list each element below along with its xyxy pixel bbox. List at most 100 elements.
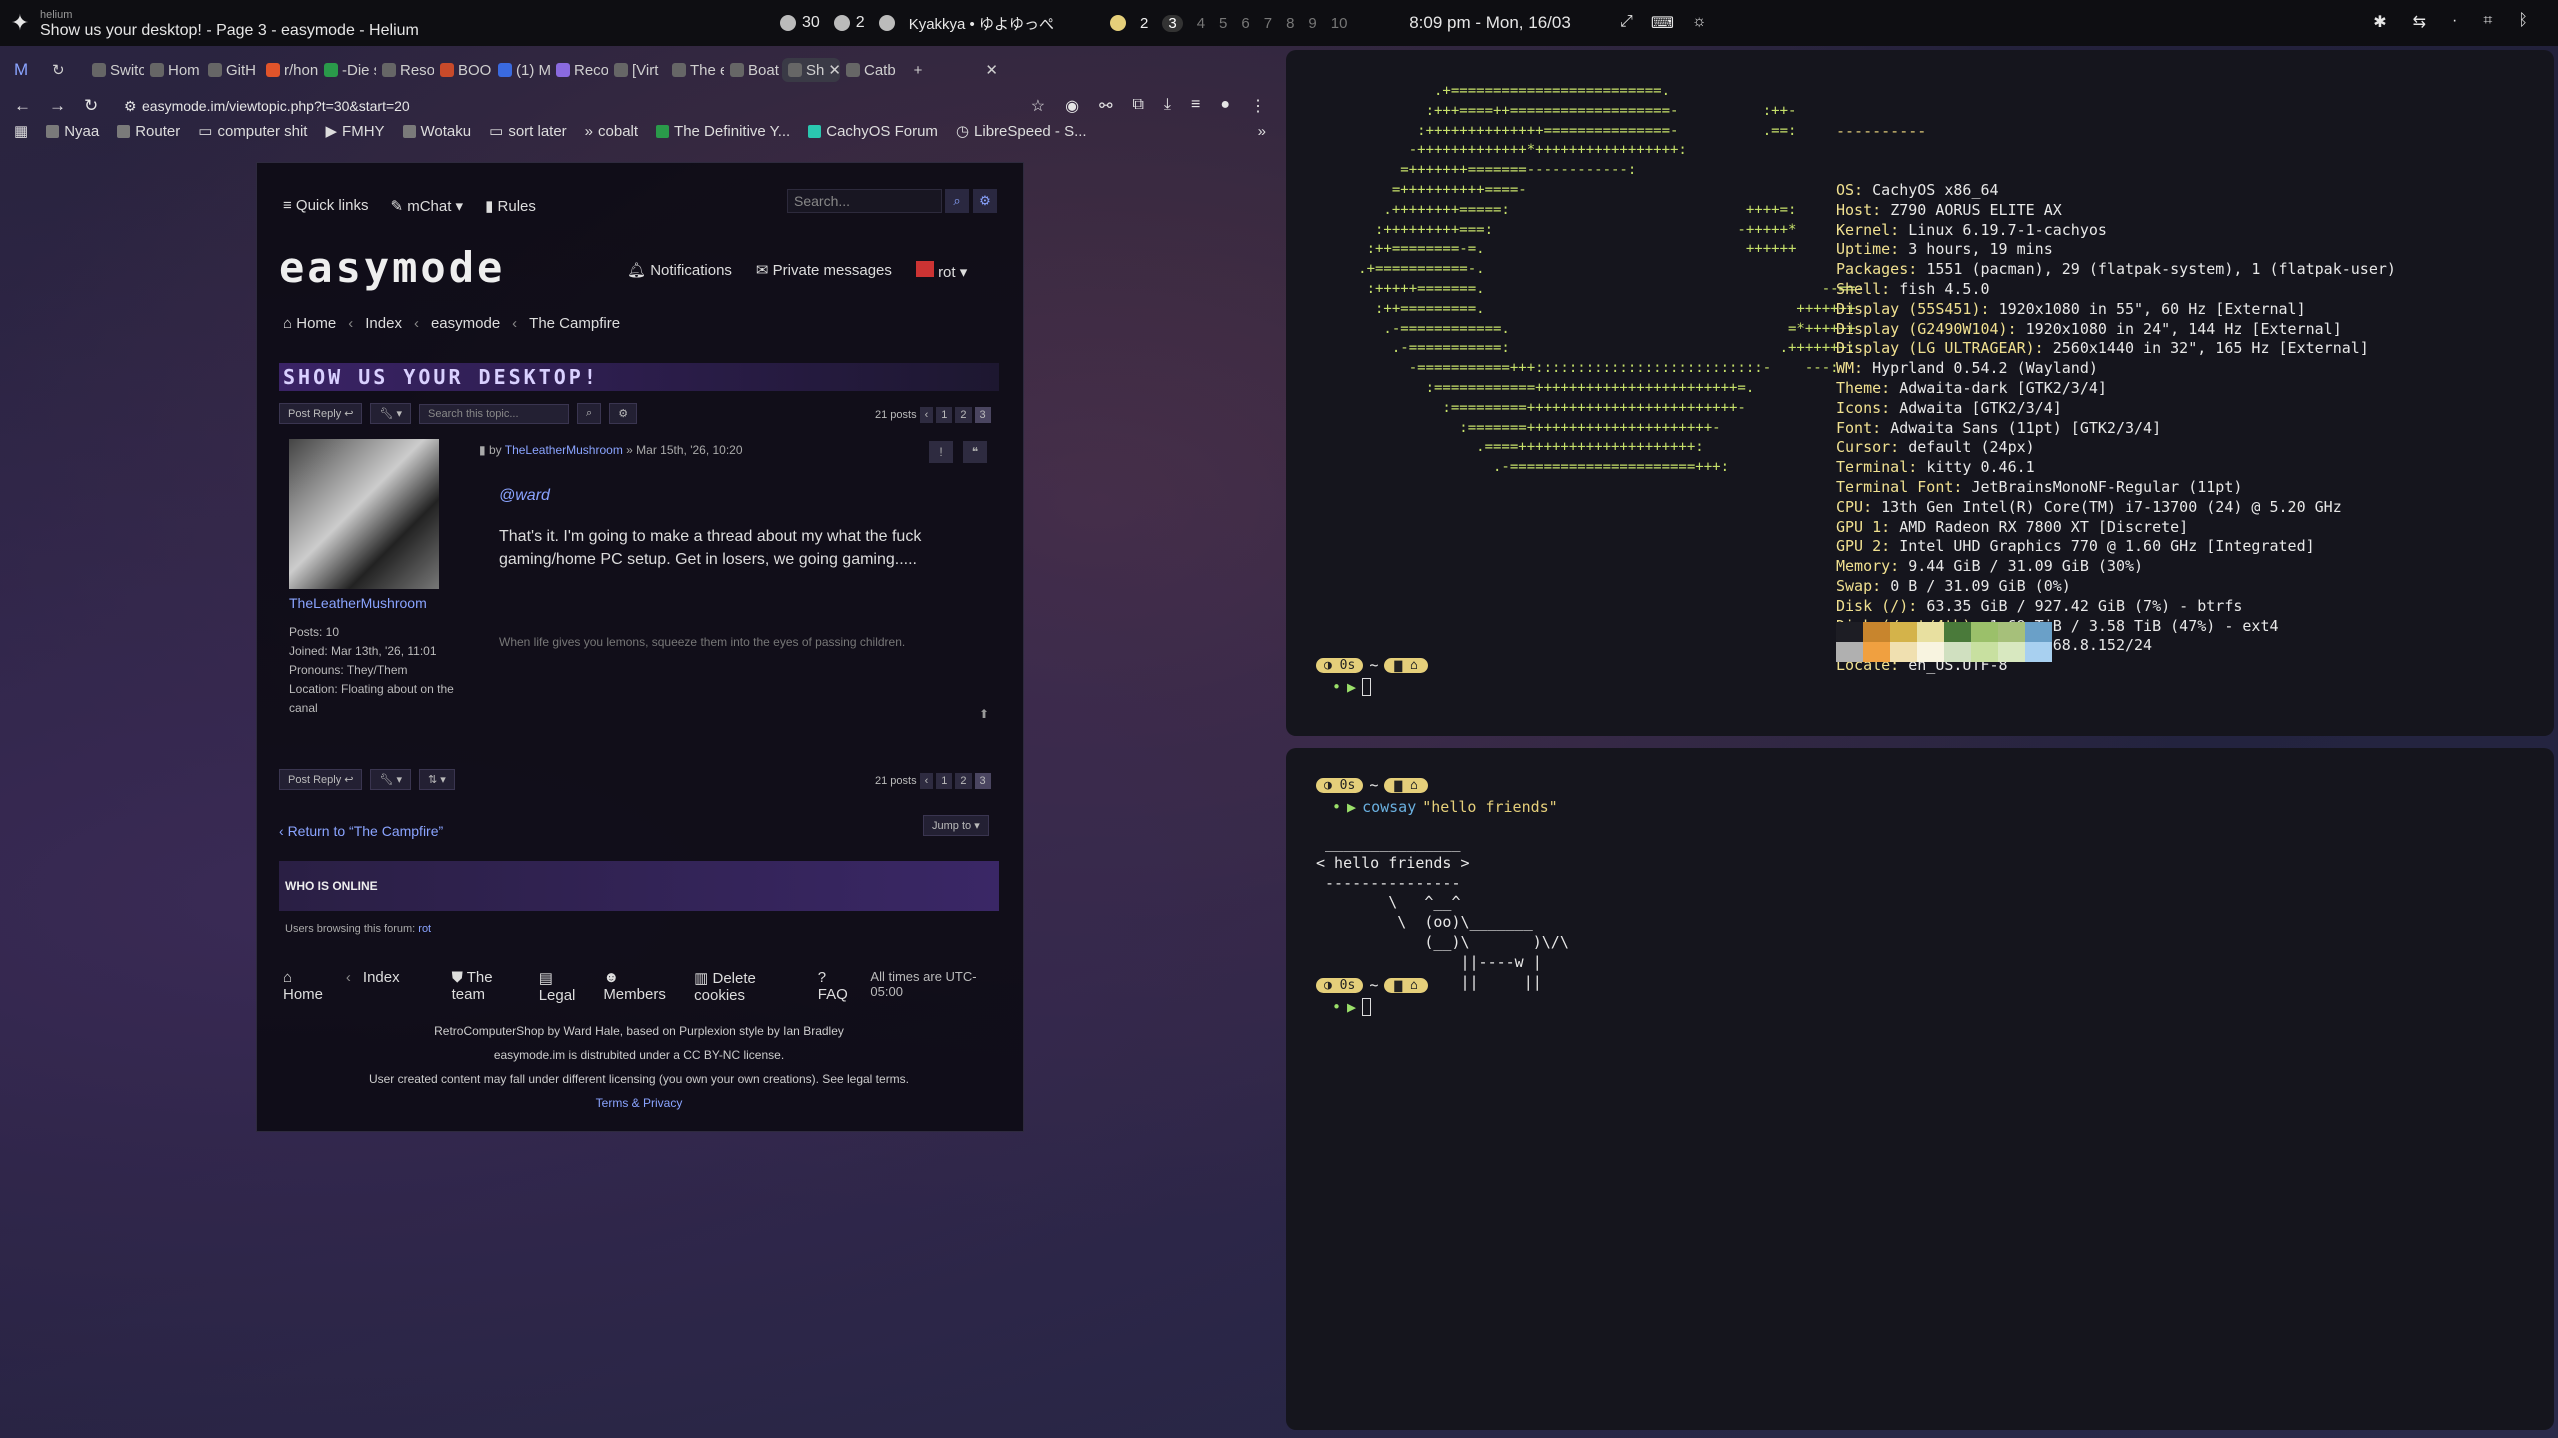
- bookmark-nyaa[interactable]: Nyaa: [46, 123, 99, 140]
- report-icon[interactable]: !: [929, 441, 953, 463]
- back-to-top-icon[interactable]: ⬆: [979, 707, 989, 721]
- bookmark-router[interactable]: Router: [117, 123, 180, 140]
- forum-logo[interactable]: easymode: [279, 243, 505, 292]
- workspace-5[interactable]: 5: [1219, 15, 1227, 32]
- bookmark-cachyos-forum[interactable]: CachyOS Forum: [808, 123, 938, 140]
- extensions-icon[interactable]: ⧉: [1132, 96, 1143, 116]
- menu-icon[interactable]: ⋮: [1250, 96, 1266, 116]
- close-tab-icon[interactable]: ✕: [828, 61, 840, 79]
- search-topic-gear-icon[interactable]: ⚙: [609, 403, 638, 424]
- footer-faq[interactable]: ? FAQ: [818, 969, 859, 1004]
- footer-team[interactable]: ⛊ The team: [452, 969, 527, 1004]
- tab-8[interactable]: (1) M: [492, 59, 550, 82]
- brightness-icon[interactable]: ☼: [1692, 13, 1707, 33]
- breadcrumb-campfire[interactable]: The Campfire: [529, 315, 620, 332]
- tab-13-active[interactable]: Sh ✕: [782, 58, 840, 82]
- url-input[interactable]: easymode.im/viewtopic.php?t=30&start=20: [142, 98, 1031, 114]
- quote-icon[interactable]: ❝: [963, 441, 987, 463]
- reload-tab-icon[interactable]: ↻: [52, 61, 86, 79]
- forum-search-input[interactable]: Search...: [787, 189, 942, 213]
- breadcrumb-easymode[interactable]: easymode: [431, 315, 500, 332]
- tab-12[interactable]: Boat: [724, 59, 782, 82]
- terminal-cowsay[interactable]: ◑ 0s ~ ▆ ⌂ • ▶ cowsay "hello friends" ___…: [1286, 748, 2554, 1430]
- topic-title[interactable]: SHOW US YOUR DESKTOP!: [279, 363, 999, 391]
- jump-to-button[interactable]: Jump to ▾: [923, 815, 989, 836]
- tab-4[interactable]: r/hon: [260, 59, 318, 82]
- prompt-input-1[interactable]: • ▶: [1332, 678, 1372, 696]
- tab-1[interactable]: Switc: [86, 59, 144, 82]
- bookmark-star-icon[interactable]: ☆: [1031, 96, 1045, 116]
- tab-14[interactable]: Catb: [840, 59, 898, 82]
- extension-icon-2[interactable]: ⚯: [1099, 96, 1112, 116]
- bookmark-folder-computer-shit[interactable]: ▭ computer shit: [198, 122, 307, 141]
- workspace-2[interactable]: 2: [1140, 15, 1148, 32]
- prev-page-icon[interactable]: ‹: [919, 773, 934, 789]
- user-menu[interactable]: rot ▾: [915, 261, 967, 281]
- author-name[interactable]: TheLeatherMushroom: [289, 595, 427, 611]
- back-icon[interactable]: ←: [14, 96, 31, 116]
- footer-index[interactable]: Index: [363, 969, 400, 1004]
- post-author-link[interactable]: TheLeatherMushroom: [505, 443, 623, 457]
- keyboard-icon[interactable]: ⌨: [1651, 13, 1674, 33]
- close-window-icon[interactable]: ✕: [958, 61, 998, 79]
- notifications-link[interactable]: 🔔︎ Notifications: [627, 261, 732, 281]
- post-reply-button[interactable]: Post Reply ↩: [279, 403, 363, 424]
- page-1[interactable]: 1: [936, 407, 953, 423]
- footer-legal[interactable]: ▤ Legal: [539, 969, 592, 1004]
- rules-link[interactable]: ▮ Rules: [485, 197, 536, 215]
- tray-app-icon[interactable]: ✱: [2373, 12, 2386, 32]
- profile-avatar-icon[interactable]: ●: [1220, 96, 1230, 116]
- tab-6[interactable]: Reso: [376, 59, 434, 82]
- prev-page-icon[interactable]: ‹: [919, 407, 934, 423]
- bookmark-fmhy[interactable]: ▶ FMHY: [325, 122, 384, 141]
- bluetooth-icon[interactable]: ᛒ: [2518, 12, 2528, 32]
- author-avatar[interactable]: [289, 439, 439, 589]
- search-topic-icon[interactable]: ⌕: [577, 403, 602, 424]
- page-1[interactable]: 1: [936, 773, 953, 789]
- cpu-stat[interactable]: 30: [780, 14, 820, 32]
- page-3[interactable]: 3: [974, 407, 991, 423]
- workspace-7[interactable]: 7: [1264, 15, 1272, 32]
- bookmark-definitive[interactable]: The Definitive Y...: [656, 123, 790, 140]
- reload-icon[interactable]: ↻: [84, 96, 98, 116]
- more-bookmarks-icon[interactable]: »: [1258, 123, 1266, 140]
- workspace-4[interactable]: 4: [1197, 15, 1205, 32]
- extension-icon[interactable]: ◉: [1065, 96, 1079, 116]
- breadcrumb-index[interactable]: Index: [365, 315, 402, 332]
- page-2[interactable]: 2: [955, 773, 972, 789]
- clock[interactable]: 8:09 pm - Mon, 16/03: [1360, 13, 1620, 33]
- private-messages-link[interactable]: ✉ Private messages: [756, 261, 892, 281]
- topic-tools-button[interactable]: 🔧︎ ▾: [370, 403, 412, 424]
- quick-links-menu[interactable]: ≡ Quick links: [283, 197, 368, 215]
- search-topic-input[interactable]: Search this topic...: [419, 403, 570, 424]
- terms-privacy-link[interactable]: Terms & Privacy: [279, 1091, 999, 1115]
- breadcrumb-home[interactable]: ⌂ Home: [283, 315, 336, 332]
- tab-5[interactable]: -Die s: [318, 59, 376, 82]
- post-reply-button-bottom[interactable]: Post Reply ↩: [279, 769, 363, 790]
- footer-home[interactable]: ⌂ Home: [283, 969, 334, 1004]
- tab-3[interactable]: GitH: [202, 59, 260, 82]
- tab-10[interactable]: [Virt: [608, 59, 666, 82]
- post-mention[interactable]: @ward: [499, 487, 550, 505]
- reading-list-icon[interactable]: ≡: [1191, 96, 1200, 116]
- tab-7[interactable]: BOO: [434, 59, 492, 82]
- memory-stat[interactable]: 2: [833, 14, 865, 32]
- network-icon[interactable]: ⇆: [2413, 12, 2426, 32]
- tab-9[interactable]: Reco: [550, 59, 608, 82]
- page-2[interactable]: 2: [955, 407, 972, 423]
- online-user-link[interactable]: rot: [418, 923, 431, 935]
- search-icon[interactable]: ⌕: [945, 189, 969, 213]
- footer-members[interactable]: ☻ Members: [603, 969, 682, 1004]
- fullscreen-icon[interactable]: ⤢: [1620, 13, 1633, 33]
- ethernet-icon[interactable]: ⌗: [2483, 12, 2492, 32]
- topic-tools-button-bottom[interactable]: 🔧︎ ▾: [370, 769, 412, 790]
- workspace-6[interactable]: 6: [1241, 15, 1249, 32]
- footer-delete-cookies[interactable]: ▥ Delete cookies: [694, 969, 806, 1004]
- mchat-menu[interactable]: ✎ mChat ▾: [390, 197, 463, 215]
- bookmark-librespeed[interactable]: ◷ LibreSpeed - S...: [956, 122, 1087, 141]
- terminal-fastfetch[interactable]: .+=========================. :+++====++=…: [1286, 50, 2554, 736]
- workspace-10[interactable]: 10: [1331, 15, 1348, 32]
- media-title[interactable]: Kyakkya • ゆよゆっぺ: [909, 13, 1069, 34]
- apps-grid-icon[interactable]: ▦: [14, 122, 28, 140]
- bookmark-folder-sort-later[interactable]: ▭ sort later: [489, 122, 567, 141]
